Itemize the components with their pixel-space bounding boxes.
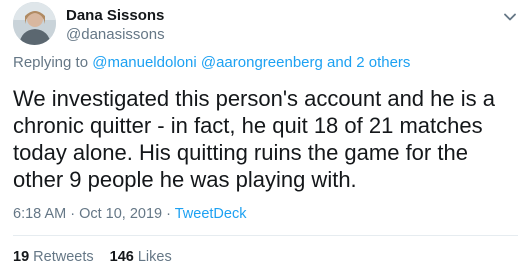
retweets-count: 19: [13, 249, 30, 265]
tweet-author: Dana Sissons @danasissons: [66, 6, 165, 44]
tweet-card: Dana Sissons @danasissons Replying to @m…: [0, 0, 531, 279]
retweets-stat[interactable]: 19 Retweets: [13, 249, 94, 265]
mention-aarongreenberg[interactable]: @aarongreenberg: [201, 54, 323, 71]
divider: [13, 235, 518, 236]
chevron-down-icon[interactable]: [503, 10, 517, 24]
replying-to: Replying to @manueldoloni @aarongreenber…: [13, 54, 410, 71]
others-link[interactable]: 2 others: [356, 54, 410, 71]
meta-separator: ·: [162, 206, 175, 222]
tweet-date[interactable]: Oct 10, 2019: [79, 206, 162, 222]
likes-count: 146: [109, 249, 134, 265]
avatar-image: [13, 2, 56, 45]
tweet-meta: 6:18 AM · Oct 10, 2019 · TweetDeck: [13, 206, 246, 222]
tweet-stats: 19 Retweets 146 Likes: [13, 249, 172, 265]
and-joiner: and: [322, 54, 357, 71]
replying-to-label: Replying to: [13, 54, 93, 71]
tweet-time[interactable]: 6:18 AM: [13, 206, 66, 222]
likes-stat[interactable]: 146 Likes: [110, 249, 172, 265]
author-handle[interactable]: @danasissons: [66, 25, 165, 44]
author-display-name[interactable]: Dana Sissons: [66, 6, 165, 25]
mention-manueldoloni[interactable]: @manueldoloni: [92, 54, 196, 71]
meta-separator: ·: [66, 206, 80, 222]
tweet-source[interactable]: TweetDeck: [175, 206, 247, 222]
retweets-label: Retweets: [29, 249, 94, 265]
avatar[interactable]: [13, 2, 56, 45]
tweet-text: We investigated this person's account an…: [13, 86, 495, 192]
likes-label: Likes: [133, 249, 172, 265]
